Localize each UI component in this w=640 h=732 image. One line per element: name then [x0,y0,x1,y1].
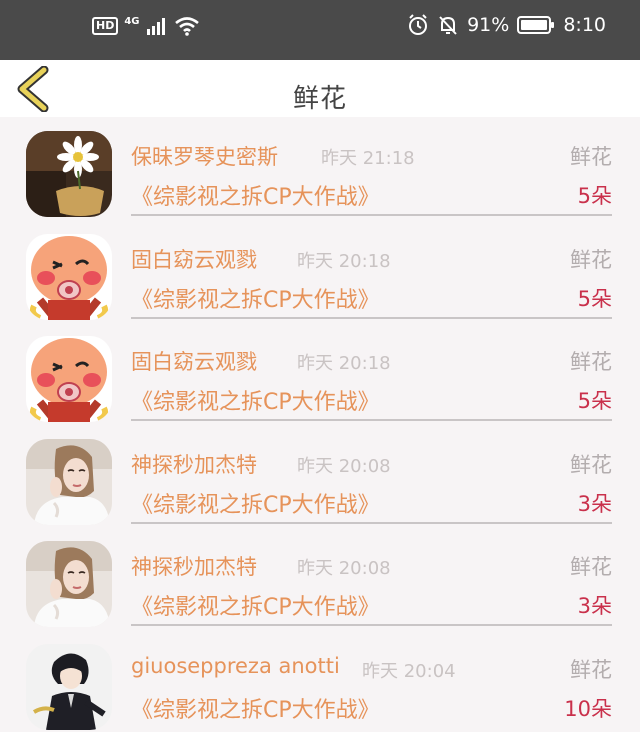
battery-percent: 91% [467,14,509,36]
list-item[interactable]: 固白窈云观戮 昨天 20:18 鲜花 《综影视之拆CP大作战》 5朵 [0,220,640,323]
avatar[interactable] [26,644,112,730]
network-type: 4G [124,16,139,27]
avatar[interactable] [26,541,112,627]
send-time: 昨天 21:18 [321,144,415,170]
divider [131,214,612,216]
send-time: 昨天 20:08 [297,554,391,580]
bell-off-icon [437,14,459,36]
flower-photo-icon [26,131,112,217]
woman-photo-icon [26,439,112,525]
signal-icon [146,17,168,35]
work-title-link[interactable]: 《综影视之拆CP大作战》 [131,589,380,621]
divider [131,522,612,524]
send-time: 昨天 20:04 [362,657,456,683]
anime-man-icon [26,644,112,730]
work-title-link[interactable]: 《综影视之拆CP大作战》 [131,179,380,211]
page-title: 鲜花 [0,78,640,115]
list-item[interactable]: 保昧罗琴史密斯 昨天 21:18 鲜花 《综影视之拆CP大作战》 5朵 [0,117,640,220]
cartoon-baby-icon [26,234,112,320]
divider [131,624,612,626]
avatar[interactable] [26,439,112,525]
battery-icon [517,15,555,35]
clock: 8:10 [563,14,606,36]
flower-label: 鲜花 [570,346,612,376]
flower-list: 保昧罗琴史密斯 昨天 21:18 鲜花 《综影视之拆CP大作战》 5朵 [0,117,640,732]
avatar[interactable] [26,234,112,320]
sender-name[interactable]: 保昧罗琴史密斯 [131,141,278,171]
flower-count: 5朵 [578,283,612,313]
flower-count: 5朵 [578,180,612,210]
send-time: 昨天 20:08 [297,452,391,478]
list-item[interactable]: giuoseppreza anotti 昨天 20:04 鲜花 《综影视之拆CP… [0,630,640,732]
list-item[interactable]: 固白窈云观戮 昨天 20:18 鲜花 《综影视之拆CP大作战》 5朵 [0,322,640,425]
sender-name[interactable]: 固白窈云观戮 [131,244,257,274]
divider [131,419,612,421]
flower-label: 鲜花 [570,244,612,274]
work-title-link[interactable]: 《综影视之拆CP大作战》 [131,384,380,416]
woman-photo-icon [26,541,112,627]
flower-count: 3朵 [578,590,612,620]
work-title-link[interactable]: 《综影视之拆CP大作战》 [131,692,380,724]
header: 鲜花 [0,60,640,117]
flower-label: 鲜花 [570,551,612,581]
status-right: 91% 8:10 [407,14,606,36]
avatar[interactable] [26,131,112,217]
sender-name[interactable]: 神探秒加杰特 [131,449,257,479]
list-item[interactable]: 神探秒加杰特 昨天 20:08 鲜花 《综影视之拆CP大作战》 3朵 [0,527,640,630]
wifi-icon [174,16,200,36]
sender-name[interactable]: giuoseppreza anotti [131,654,340,678]
work-title-link[interactable]: 《综影视之拆CP大作战》 [131,487,380,519]
sender-name[interactable]: 神探秒加杰特 [131,551,257,581]
divider [131,317,612,319]
cartoon-baby-icon [26,336,112,422]
flower-label: 鲜花 [570,449,612,479]
status-bar: HD 4G 91% 8:1 [0,0,640,60]
flower-count: 3朵 [578,488,612,518]
sender-name[interactable]: 固白窈云观戮 [131,346,257,376]
list-item[interactable]: 神探秒加杰特 昨天 20:08 鲜花 《综影视之拆CP大作战》 3朵 [0,425,640,528]
flower-label: 鲜花 [570,141,612,171]
work-title-link[interactable]: 《综影视之拆CP大作战》 [131,282,380,314]
send-time: 昨天 20:18 [297,247,391,273]
hd-icon: HD [92,17,118,35]
send-time: 昨天 20:18 [297,349,391,375]
flower-label: 鲜花 [570,654,612,684]
flower-count: 10朵 [564,693,612,723]
avatar[interactable] [26,336,112,422]
status-left: HD 4G [92,16,200,36]
alarm-icon [407,14,429,36]
flower-count: 5朵 [578,385,612,415]
